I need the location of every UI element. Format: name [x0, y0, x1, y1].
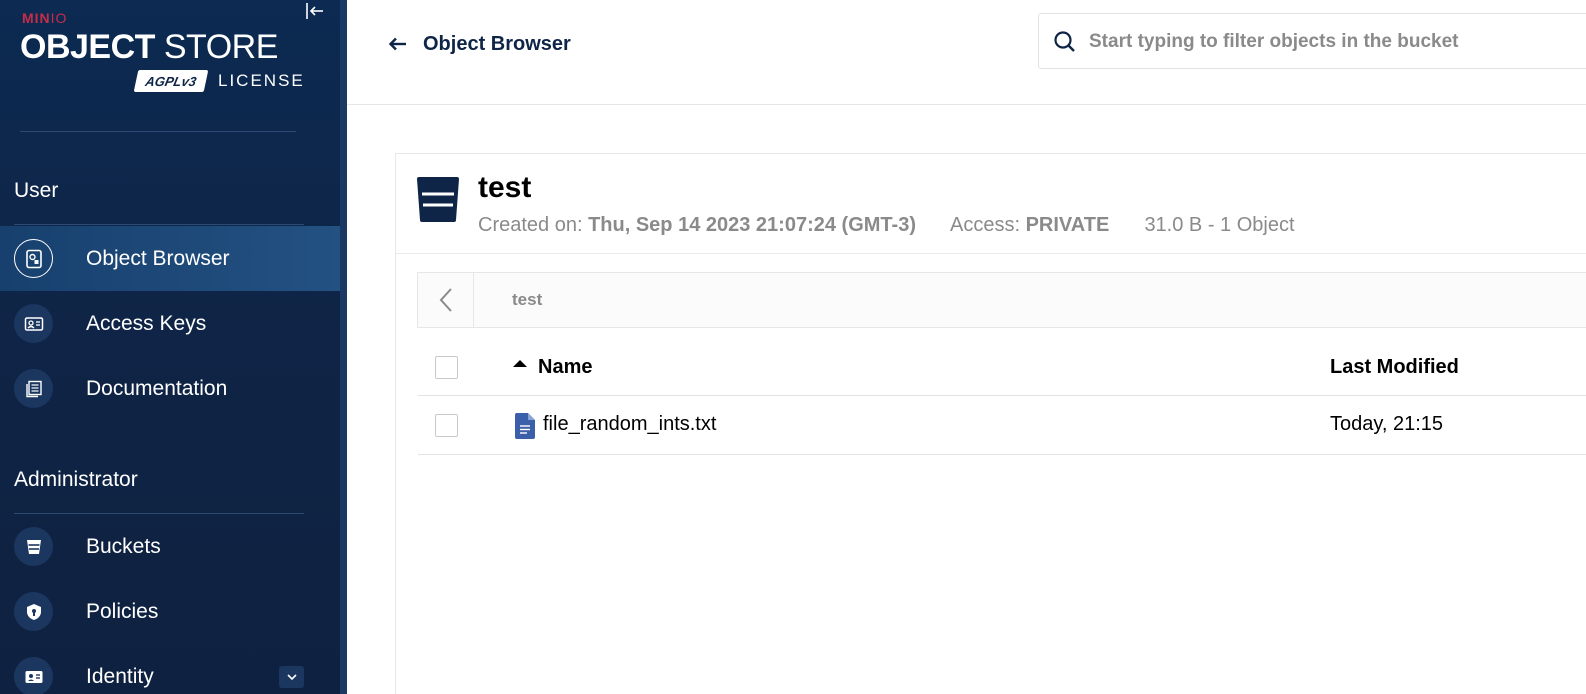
bucket-panel: test Created on: Thu, Sep 14 2023 21:07:… — [395, 153, 1586, 694]
search-box[interactable] — [1038, 13, 1586, 69]
row-checkbox[interactable] — [435, 414, 458, 437]
objects-table: Name Last Modified file_random_ints.txt … — [418, 340, 1586, 455]
section-label-administrator: Administrator — [14, 468, 138, 491]
search-icon — [1051, 28, 1079, 56]
sidebar: MINIO OBJECT STORE AGPLv3 LICENSE User O… — [0, 0, 347, 694]
bucket-metadata: Created on: Thu, Sep 14 2023 21:07:24 (G… — [478, 214, 1295, 237]
table-row[interactable]: file_random_ints.txt Today, 21:15 — [418, 396, 1586, 455]
sidebar-item-label: Documentation — [86, 376, 228, 400]
page-title: Object Browser — [423, 33, 571, 55]
created-value: Thu, Sep 14 2023 21:07:24 (GMT-3) — [588, 214, 916, 236]
bucket-size-summary: 31.0 B - 1 Object — [1144, 214, 1295, 236]
sidebar-item-label: Policies — [86, 599, 159, 623]
chevron-down-icon[interactable] — [279, 666, 304, 688]
logo-product-title: OBJECT STORE — [20, 28, 278, 66]
collapse-sidebar-icon[interactable] — [304, 0, 326, 22]
minio-logo: MINIO OBJECT STORE AGPLv3 LICENSE — [20, 10, 303, 100]
bucket-icon — [14, 527, 53, 566]
documentation-icon — [14, 369, 53, 408]
sidebar-item-label: Object Browser — [86, 246, 230, 270]
sidebar-item-policies[interactable]: Policies — [0, 579, 340, 644]
main-content: Object Browser test Created on — [347, 0, 1586, 694]
sidebar-item-label: Access Keys — [86, 311, 207, 335]
section-divider — [14, 224, 304, 225]
sidebar-content: MINIO OBJECT STORE AGPLv3 LICENSE User O… — [0, 0, 340, 694]
sidebar-item-identity[interactable]: Identity — [0, 644, 340, 694]
column-header-last-modified[interactable]: Last Modified — [1330, 356, 1459, 379]
sidebar-item-documentation[interactable]: Documentation — [0, 356, 340, 421]
identity-icon — [14, 657, 53, 694]
bucket-icon — [416, 177, 460, 223]
sort-ascending-icon[interactable] — [512, 356, 528, 367]
logo-divider — [20, 131, 296, 132]
chevron-left-icon[interactable] — [418, 273, 474, 327]
bucket-header: test Created on: Thu, Sep 14 2023 21:07:… — [396, 154, 1586, 254]
sidebar-item-label: Buckets — [86, 534, 161, 558]
breadcrumb-path[interactable]: test — [512, 290, 542, 310]
page-header: Object Browser — [347, 0, 1586, 105]
back-arrow-icon[interactable] — [387, 33, 409, 55]
object-browser-icon — [14, 239, 53, 278]
bucket-name: test — [478, 171, 532, 204]
file-name[interactable]: file_random_ints.txt — [543, 413, 716, 436]
access-label: Access: — [950, 214, 1021, 236]
column-header-name[interactable]: Name — [538, 356, 592, 379]
access-value: PRIVATE — [1025, 214, 1110, 236]
text-file-icon — [515, 413, 535, 439]
sidebar-item-object-browser[interactable]: Object Browser — [0, 226, 340, 291]
section-label-user: User — [14, 179, 59, 202]
sidebar-item-label: Identity — [86, 664, 154, 688]
agpl-badge: AGPLv3 — [133, 70, 209, 92]
created-label: Created on: — [478, 214, 583, 236]
table-header: Name Last Modified — [418, 340, 1586, 396]
logo-minio-wordmark: MINIO — [22, 10, 68, 26]
file-last-modified: Today, 21:15 — [1330, 413, 1444, 435]
select-all-checkbox[interactable] — [435, 356, 458, 379]
logo-license-label: LICENSE — [218, 71, 305, 90]
breadcrumb: test — [417, 272, 1586, 328]
shield-icon — [14, 592, 53, 631]
access-keys-icon — [14, 304, 53, 343]
search-input[interactable] — [1089, 24, 1586, 60]
sidebar-edge — [340, 0, 347, 694]
sidebar-item-access-keys[interactable]: Access Keys — [0, 291, 340, 356]
sidebar-item-buckets[interactable]: Buckets — [0, 514, 340, 579]
